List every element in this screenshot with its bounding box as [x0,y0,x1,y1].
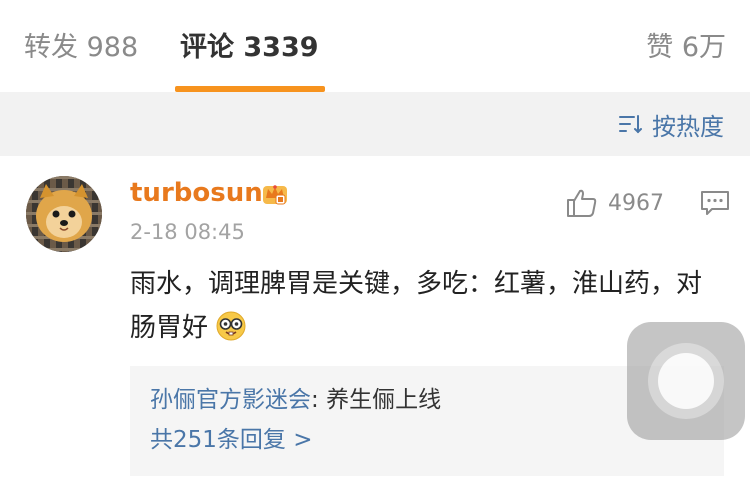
sort-lines-icon [619,115,642,134]
detail-tabs: 转发 988 评论 3339 赞 6万 [0,0,750,92]
sort-by-hot-button[interactable]: 按热度 [618,106,724,142]
crown-vip-icon[interactable] [260,178,290,208]
view-all-replies-link[interactable]: 共251条回复 > [150,420,704,460]
sort-label: 按热度 [652,112,724,141]
comment-username[interactable]: turbosun [130,178,263,208]
like-button[interactable]: 4967 [566,188,664,218]
tab-reposts[interactable]: 转发 988 [24,28,138,68]
nerd-face-emoji-icon [216,311,246,341]
assistive-touch-dot [658,353,714,409]
sort-bar: 按热度 [0,92,750,156]
tab-likes[interactable]: 赞 6万 [646,28,726,68]
pomeranian-avatar-image [26,176,102,252]
reply-text: 养生俪上线 [326,387,442,413]
comment-timestamp: 2-18 08:45 [130,220,245,244]
like-count: 4967 [608,190,664,216]
reply-author[interactable]: 孙俪官方影迷会 [150,387,311,413]
thumbs-up-icon [567,189,597,217]
avatar[interactable] [26,176,102,252]
reply-preview-line: 孙俪官方影迷会: 养生俪上线 [150,380,704,420]
reply-colon: : [311,387,327,413]
tab-comments[interactable]: 评论 3339 [180,28,319,68]
reply-comment-icon[interactable] [700,189,730,217]
assistive-touch-button[interactable] [627,322,745,440]
